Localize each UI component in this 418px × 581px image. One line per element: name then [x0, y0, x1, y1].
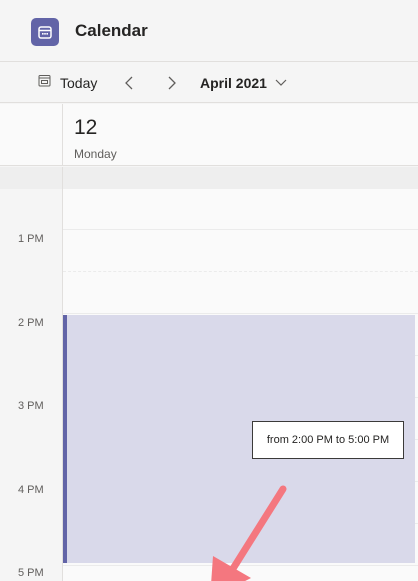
hour-line	[63, 229, 418, 230]
next-day-button[interactable]	[163, 73, 179, 93]
all-day-gutter	[0, 167, 63, 189]
day-number[interactable]: 12	[74, 116, 97, 140]
today-button[interactable]: Today	[38, 74, 97, 92]
calendar-today-icon	[38, 74, 51, 92]
calendar-app-icon[interactable]	[31, 18, 59, 46]
half-hour-line	[63, 271, 418, 272]
time-label-3pm: 3 PM	[18, 400, 44, 412]
time-range-tooltip: from 2:00 PM to 5:00 PM	[252, 421, 404, 459]
time-grid[interactable]: 1 PM 2 PM 3 PM 4 PM 5 PM from 2:00 PM to…	[0, 189, 418, 581]
hour-line	[63, 313, 418, 314]
today-label: Today	[60, 75, 98, 91]
time-label-5pm: 5 PM	[18, 567, 44, 579]
day-header: 12 Monday	[0, 104, 418, 166]
annotation-arrow-icon	[211, 485, 287, 581]
month-picker[interactable]: April 2021	[200, 74, 287, 92]
chevron-down-icon	[275, 79, 287, 86]
time-label-4pm: 4 PM	[18, 484, 44, 496]
chevron-left-icon	[125, 76, 133, 90]
all-day-strip[interactable]	[0, 167, 418, 189]
app-title: Calendar	[75, 21, 148, 40]
month-label: April 2021	[200, 75, 267, 91]
calendar-toolbar: Today April 2021	[0, 63, 418, 103]
time-label-1pm: 1 PM	[18, 233, 44, 245]
previous-day-button[interactable]	[122, 73, 138, 93]
time-label-2pm: 2 PM	[18, 317, 44, 329]
day-header-gutter	[0, 104, 63, 166]
day-name: Monday	[74, 147, 117, 161]
time-gutter: 1 PM 2 PM 3 PM 4 PM 5 PM	[0, 189, 63, 581]
app-header: Calendar	[0, 0, 418, 62]
chevron-right-icon	[168, 76, 176, 90]
